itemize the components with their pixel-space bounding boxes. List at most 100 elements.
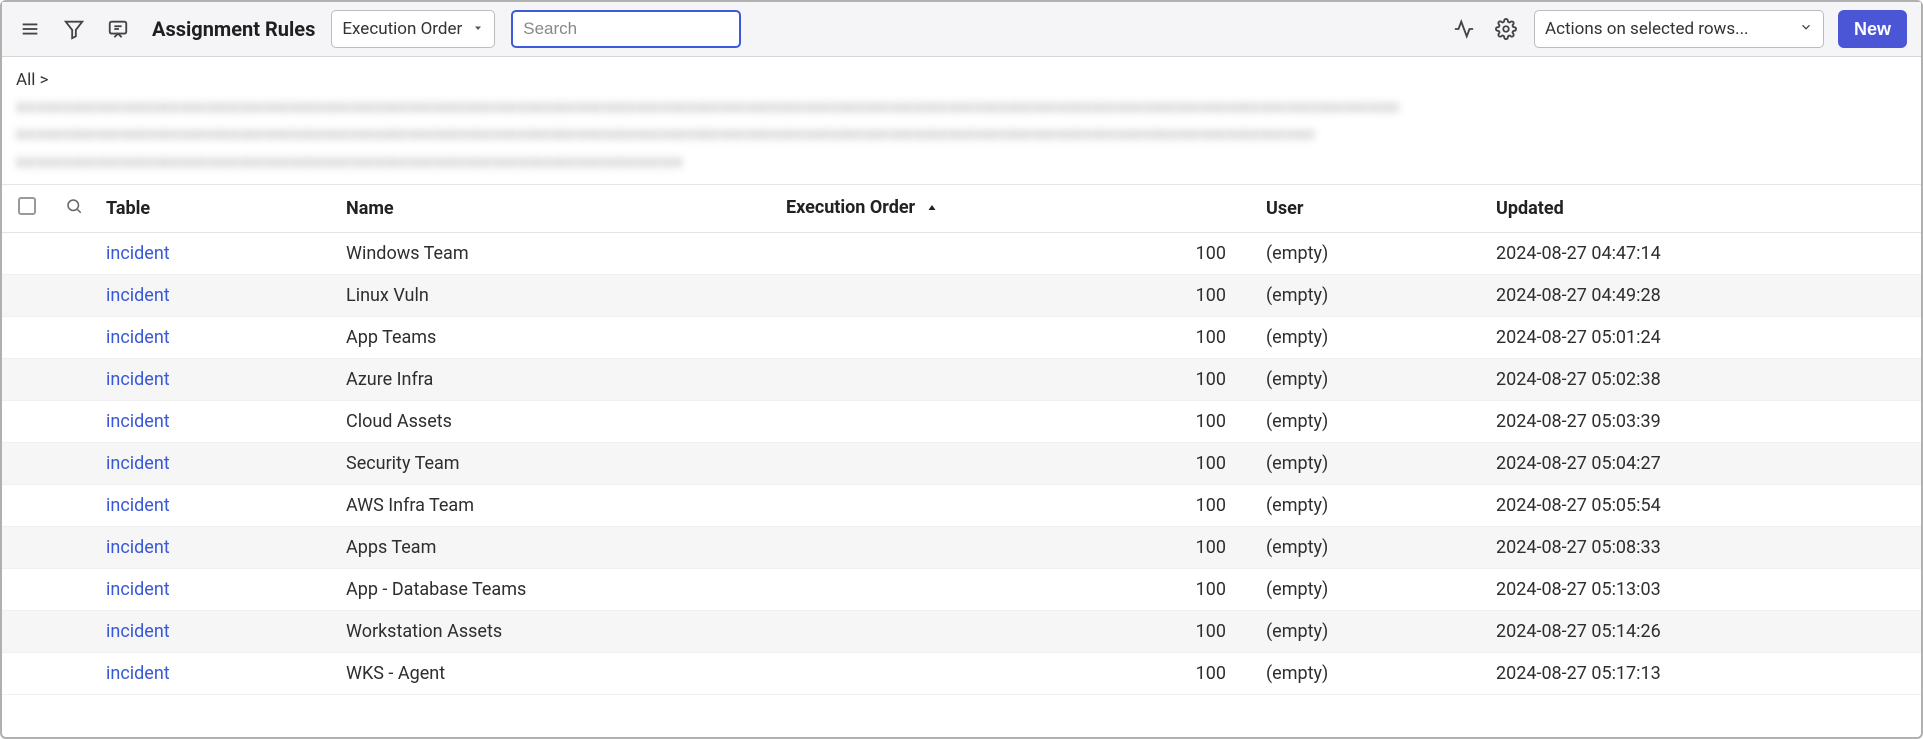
row-table-cell: incident (96, 568, 336, 610)
row-name-cell: Cloud Assets (336, 400, 776, 442)
select-all-header (2, 185, 52, 233)
table-row[interactable]: incidentApps Team100(empty)2024-08-27 05… (2, 526, 1921, 568)
row-search-cell (52, 232, 96, 274)
row-table-cell: incident (96, 358, 336, 400)
toolbar-right: Actions on selected rows... New (1450, 10, 1907, 48)
row-name-cell: Windows Team (336, 232, 776, 274)
table-row[interactable]: incidentAWS Infra Team100(empty)2024-08-… (2, 484, 1921, 526)
row-table-cell: incident (96, 610, 336, 652)
table-link[interactable]: incident (106, 327, 170, 348)
table-row[interactable]: incidentWindows Team100(empty)2024-08-27… (2, 232, 1921, 274)
row-search-cell (52, 316, 96, 358)
row-updated-cell: 2024-08-27 05:03:39 (1486, 400, 1921, 442)
breadcrumb-redacted: xxxxxxxxxxxxxxxxxxxxxxxxxxxxxxxxxxxxxxxx… (16, 94, 1907, 121)
row-user-cell: (empty) (1256, 484, 1486, 526)
row-search-cell (52, 484, 96, 526)
row-name-cell: App Teams (336, 316, 776, 358)
row-user-cell: (empty) (1256, 610, 1486, 652)
table-link[interactable]: incident (106, 495, 170, 516)
actions-select-label: Actions on selected rows... (1545, 19, 1749, 39)
col-order-header[interactable]: Execution Order (776, 185, 1256, 233)
table-link[interactable]: incident (106, 579, 170, 600)
row-updated-cell: 2024-08-27 05:08:33 (1486, 526, 1921, 568)
row-updated-cell: 2024-08-27 04:47:14 (1486, 232, 1921, 274)
row-user-cell: (empty) (1256, 232, 1486, 274)
breadcrumb-redacted: xxxxxxxxxxxxxxxxxxxxxxxxxxxxxxxxxxxxxxxx… (16, 149, 1907, 176)
col-table-header[interactable]: Table (96, 185, 336, 233)
table-row[interactable]: incidentApp Teams100(empty)2024-08-27 05… (2, 316, 1921, 358)
row-updated-cell: 2024-08-27 05:05:54 (1486, 484, 1921, 526)
table-row[interactable]: incidentAzure Infra100(empty)2024-08-27 … (2, 358, 1921, 400)
row-select-cell (2, 400, 52, 442)
table-row[interactable]: incident Cloud Assets100(empty)2024-08-27… (2, 400, 1921, 442)
row-search-cell (52, 400, 96, 442)
table-row[interactable]: incidentWorkstation Assets100(empty)2024… (2, 610, 1921, 652)
row-name-cell: Azure Infra (336, 358, 776, 400)
row-name-cell: AWS Infra Team (336, 484, 776, 526)
row-updated-cell: 2024-08-27 05:17:13 (1486, 652, 1921, 694)
row-user-cell: (empty) (1256, 568, 1486, 610)
page-title: Assignment Rules (152, 17, 315, 41)
col-updated-header[interactable]: Updated (1486, 185, 1921, 233)
row-order-cell: 100 (776, 442, 1256, 484)
row-table-cell: incident (96, 232, 336, 274)
table-link[interactable]: incident (106, 663, 170, 684)
row-user-cell: (empty) (1256, 400, 1486, 442)
search-input[interactable] (511, 10, 741, 48)
rules-table: Table Name Execution Order User Updated … (2, 185, 1921, 695)
col-user-header[interactable]: User (1256, 185, 1486, 233)
table-link[interactable]: incident (106, 621, 170, 642)
row-user-cell: (empty) (1256, 526, 1486, 568)
row-select-cell (2, 232, 52, 274)
row-name-cell: Security Team (336, 442, 776, 484)
activity-icon[interactable] (1450, 15, 1478, 43)
table-link[interactable]: incident (106, 411, 170, 432)
table-link[interactable]: incident (106, 453, 170, 474)
table-row[interactable]: incidentSecurity Team100(empty)2024-08-2… (2, 442, 1921, 484)
caret-down-icon (472, 19, 484, 39)
table-row[interactable]: incidentApp - Database Teams100(empty)20… (2, 568, 1921, 610)
table-header-row: Table Name Execution Order User Updated (2, 185, 1921, 233)
row-user-cell: (empty) (1256, 274, 1486, 316)
gear-icon[interactable] (1492, 15, 1520, 43)
row-table-cell: incident (96, 442, 336, 484)
sort-field-select[interactable]: Execution Order (331, 10, 495, 48)
row-name-cell: WKS - Agent (336, 652, 776, 694)
row-updated-cell: 2024-08-27 05:13:03 (1486, 568, 1921, 610)
row-updated-cell: 2024-08-27 05:14:26 (1486, 610, 1921, 652)
table-row[interactable]: incidentLinux Vuln100(empty)2024-08-27 0… (2, 274, 1921, 316)
row-name-cell: Workstation Assets (336, 610, 776, 652)
table-row[interactable]: incidentWKS - Agent100(empty)2024-08-27 … (2, 652, 1921, 694)
row-select-cell (2, 358, 52, 400)
menu-icon[interactable] (16, 15, 44, 43)
row-search-cell (52, 358, 96, 400)
breadcrumb-prefix[interactable]: All > (16, 70, 48, 90)
select-all-checkbox[interactable] (18, 197, 36, 215)
table-link[interactable]: incident (106, 369, 170, 390)
table-link[interactable]: incident (106, 537, 170, 558)
row-order-cell: 100 (776, 568, 1256, 610)
row-select-cell (2, 274, 52, 316)
row-order-cell: 100 (776, 400, 1256, 442)
breadcrumb-redacted: xxxxxxxxxxxxxxxxxxxxxxxxxxxxxxxxxxxxxxxx… (16, 121, 1907, 148)
row-order-cell: 100 (776, 652, 1256, 694)
row-updated-cell: 2024-08-27 05:01:24 (1486, 316, 1921, 358)
new-button[interactable]: New (1838, 10, 1907, 48)
table-link[interactable]: incident (106, 285, 170, 306)
row-search-cell (52, 442, 96, 484)
chat-icon[interactable] (104, 15, 132, 43)
column-search-header[interactable] (52, 185, 96, 233)
row-table-cell: incident (96, 526, 336, 568)
row-table-cell: incident (96, 400, 336, 442)
row-search-cell (52, 610, 96, 652)
breadcrumb: All > xxxxxxxxxxxxxxxxxxxxxxxxxxxxxxxxxx… (2, 57, 1921, 185)
table-link[interactable]: incident (106, 243, 170, 264)
actions-select[interactable]: Actions on selected rows... (1534, 10, 1824, 48)
filter-icon[interactable] (60, 15, 88, 43)
chevron-down-icon (1799, 19, 1813, 39)
row-search-cell (52, 274, 96, 316)
row-select-cell (2, 568, 52, 610)
row-table-cell: incident (96, 652, 336, 694)
col-name-header[interactable]: Name (336, 185, 776, 233)
row-order-cell: 100 (776, 274, 1256, 316)
